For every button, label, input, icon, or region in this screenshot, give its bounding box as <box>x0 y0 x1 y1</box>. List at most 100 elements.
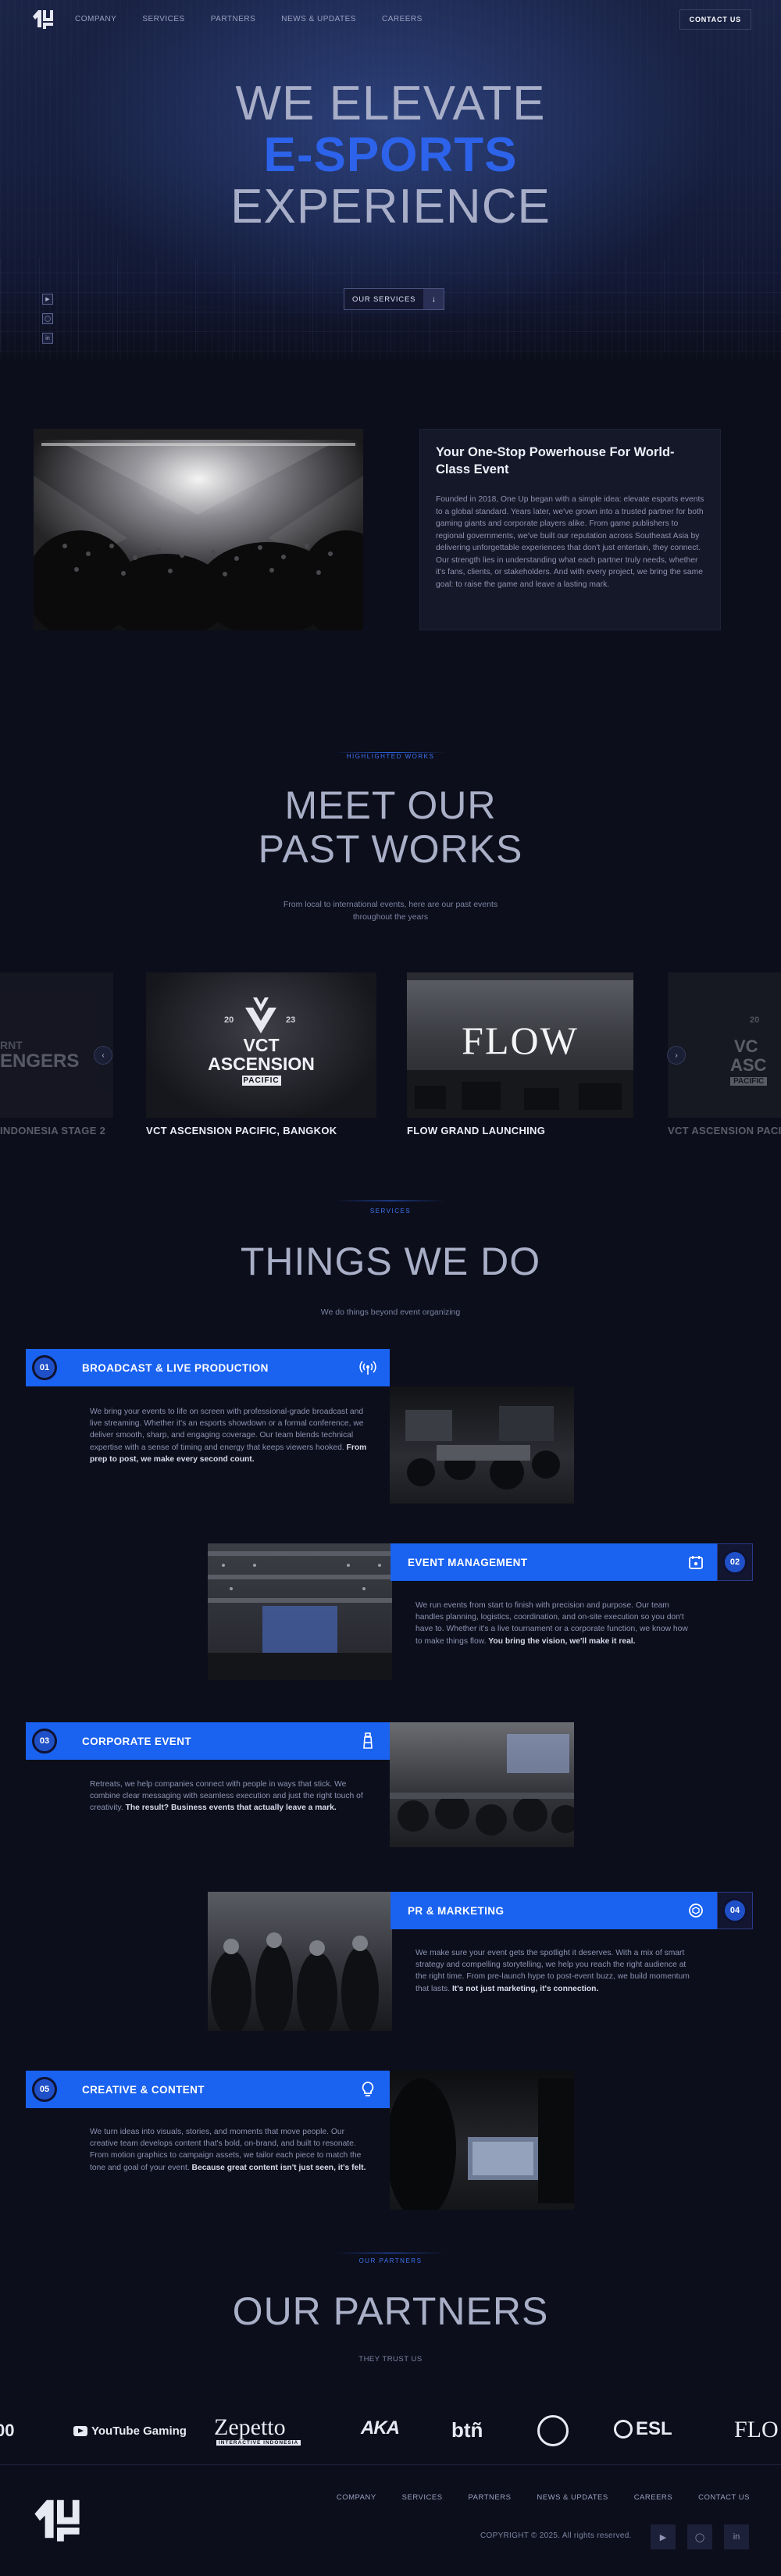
one-up-logo[interactable] <box>31 7 55 30</box>
our-partners-title: OUR PARTNERS <box>232 2289 549 2333</box>
about-body: Founded in 2018, One Up began with a sim… <box>436 495 704 589</box>
work-image-text: ENGERS <box>0 1051 80 1072</box>
highlighted-works-tag: HIGHLIGHTED WORKS <box>346 753 435 760</box>
partner-logo-youtube-gaming: YouTube Gaming <box>73 2424 187 2438</box>
partner-logo: btñ <box>451 2418 483 2442</box>
partner-logo: AKA <box>361 2417 400 2439</box>
about-concert-image <box>34 429 363 630</box>
broadcast-photo <box>405 1406 560 1490</box>
service-image-corporate <box>390 1722 574 1847</box>
service-text-event: We run events from start to finish with … <box>415 1600 694 1647</box>
footer-link-company[interactable]: COMPANY <box>337 2493 376 2502</box>
contact-us-button[interactable]: CONTACT US <box>679 9 751 30</box>
linkedin-icon[interactable]: in <box>724 2524 749 2549</box>
work-image-text: VCT <box>243 1035 280 1055</box>
calendar-icon <box>686 1552 706 1572</box>
service-text-pr: We make sure your event gets the spotlig… <box>415 1947 694 1995</box>
service-text-emphasis: It's not just marketing, it's connection… <box>451 1984 599 1993</box>
service-image-pr <box>208 1892 392 2031</box>
service-title: BROADCAST & LIVE PRODUCTION <box>82 1361 269 1374</box>
service-text-emphasis: Because great content isn't just seen, i… <box>191 2163 366 2172</box>
work-image-text: ASC <box>730 1055 767 1075</box>
work-image-text: PACIFIC <box>730 1077 768 1086</box>
service-number: 03 <box>32 1729 57 1754</box>
nav-partners[interactable]: PARTNERS <box>211 15 256 23</box>
service-bar-corporate[interactable]: 03 CORPORATE EVENT <box>26 1722 390 1760</box>
nav-company[interactable]: COMPANY <box>75 15 116 23</box>
our-services-button[interactable]: OUR SERVICES ↓ <box>344 288 445 310</box>
service-bar-broadcast[interactable]: 01 BROADCAST & LIVE PRODUCTION <box>26 1349 390 1386</box>
youtube-icon[interactable]: ▶ <box>651 2524 676 2549</box>
carousel-next-button[interactable]: › <box>667 1046 686 1065</box>
work-caption: VCT ASCENSION PACIFIC, BANGKOK <box>146 1125 337 1136</box>
megaphone-icon <box>686 1900 706 1921</box>
service-text-emphasis: You bring the vision, we'll make it real… <box>488 1636 636 1646</box>
service-bar-creative[interactable]: 05 CREATIVE & CONTENT <box>26 2071 390 2108</box>
logo-mark <box>33 10 53 29</box>
work-image-text: PACIFIC <box>243 1076 280 1085</box>
top-nav: COMPANY SERVICES PARTNERS NEWS & UPDATES… <box>0 0 781 37</box>
about-title: Your One-Stop Powerhouse For World-Class… <box>436 445 675 476</box>
footer-divider <box>0 2464 781 2465</box>
bottle-icon <box>358 1731 378 1751</box>
partner-logo-esl: ESL <box>614 2418 672 2440</box>
event-photo <box>208 1551 392 1680</box>
past-works-title: MEET OUR PAST WORKS <box>0 783 781 871</box>
concert-photo <box>34 429 363 630</box>
service-number: 05 <box>32 2077 57 2102</box>
footer-logo[interactable] <box>31 2493 83 2549</box>
service-number-box: 04 <box>717 1892 753 1929</box>
service-image-event <box>208 1543 392 1680</box>
work-image-text: 20 <box>750 1015 760 1025</box>
partner-logo-zepetto-sub: INTERACTIVE INDONESIA <box>216 2440 301 2446</box>
creative-photo <box>390 2078 574 2210</box>
service-text-corporate: Retreats, we help companies connect with… <box>90 1779 368 1814</box>
service-title: PR & MARKETING <box>408 1904 505 1917</box>
corporate-photo <box>390 1734 574 1836</box>
past-works-subtitle-line-2: throughout the years <box>352 912 429 922</box>
footer-link-services[interactable]: SERVICES <box>402 2493 443 2502</box>
instagram-icon[interactable]: ◯ <box>687 2524 712 2549</box>
nav-links: COMPANY SERVICES PARTNERS NEWS & UPDATES… <box>75 15 423 23</box>
instagram-icon[interactable]: ◯ <box>42 313 53 324</box>
arrow-down-icon: ↓ <box>423 289 444 309</box>
work-caption: VCT ASCENSION PACIFIC <box>668 1125 781 1136</box>
our-services-label: OUR SERVICES <box>352 294 416 304</box>
service-number: 01 <box>32 1355 57 1380</box>
work-caption: INDONESIA STAGE 2 <box>0 1125 106 1136</box>
broadcast-icon <box>358 1358 378 1378</box>
work-card-flow-grand-launching[interactable]: FLOW FLOW GRAND LAUNCHING <box>407 972 633 1136</box>
footer-link-partners[interactable]: PARTNERS <box>469 2493 512 2502</box>
work-image-text: VC <box>734 1036 758 1056</box>
hero-line-1: WE ELEVATE <box>235 77 546 130</box>
page: WE ELEVATE E-SPORTS EXPERIENCE OUR SERVI… <box>0 0 781 2576</box>
partner-logo: 00 <box>0 2421 15 2440</box>
work-image-text: 20 <box>224 1015 234 1025</box>
footer-link-news-updates[interactable]: NEWS & UPDATES <box>537 2493 608 2502</box>
linkedin-icon[interactable]: in <box>42 333 53 344</box>
partner-logo-zepetto: Zepetto <box>214 2414 286 2440</box>
work-card-vct-ascension-bangkok[interactable]: 20 23 VCT ASCENSION PACIFIC VCT ASCENSIO… <box>146 972 376 1136</box>
service-text-body: We bring your events to life on screen w… <box>90 1408 364 1452</box>
service-bar-event-management[interactable]: EVENT MANAGEMENT <box>390 1543 717 1581</box>
service-image-creative <box>390 2071 574 2210</box>
carousel-prev-button[interactable]: ‹ <box>94 1046 112 1065</box>
service-bar-pr-marketing[interactable]: PR & MARKETING <box>390 1892 717 1929</box>
service-number: 02 <box>722 1550 747 1575</box>
footer-link-careers[interactable]: CAREERS <box>634 2493 672 2502</box>
nav-services[interactable]: SERVICES <box>142 15 184 23</box>
footer-links: COMPANY SERVICES PARTNERS NEWS & UPDATES… <box>337 2493 750 2502</box>
work-image: RNT ENGERS <box>0 972 113 1118</box>
youtube-icon[interactable]: ▶ <box>42 294 53 305</box>
partners-logo-strip: 00 YouTube Gaming Zepetto INTERACTIVE IN… <box>0 2406 781 2454</box>
footer-link-contact-us[interactable]: CONTACT US <box>698 2493 750 2502</box>
past-works-subtitle: From local to international events, here… <box>0 898 781 923</box>
nav-careers[interactable]: CAREERS <box>382 15 423 23</box>
service-text-broadcast: We bring your events to life on screen w… <box>90 1406 368 1465</box>
service-number-box: 02 <box>717 1543 753 1581</box>
they-trust-us-subtitle: THEY TRUST US <box>358 2355 423 2364</box>
work-image: FLOW <box>407 972 633 1118</box>
work-image-text: 23 <box>286 1015 296 1025</box>
esl-mark-icon <box>614 2420 633 2439</box>
nav-news-updates[interactable]: NEWS & UPDATES <box>281 15 356 23</box>
